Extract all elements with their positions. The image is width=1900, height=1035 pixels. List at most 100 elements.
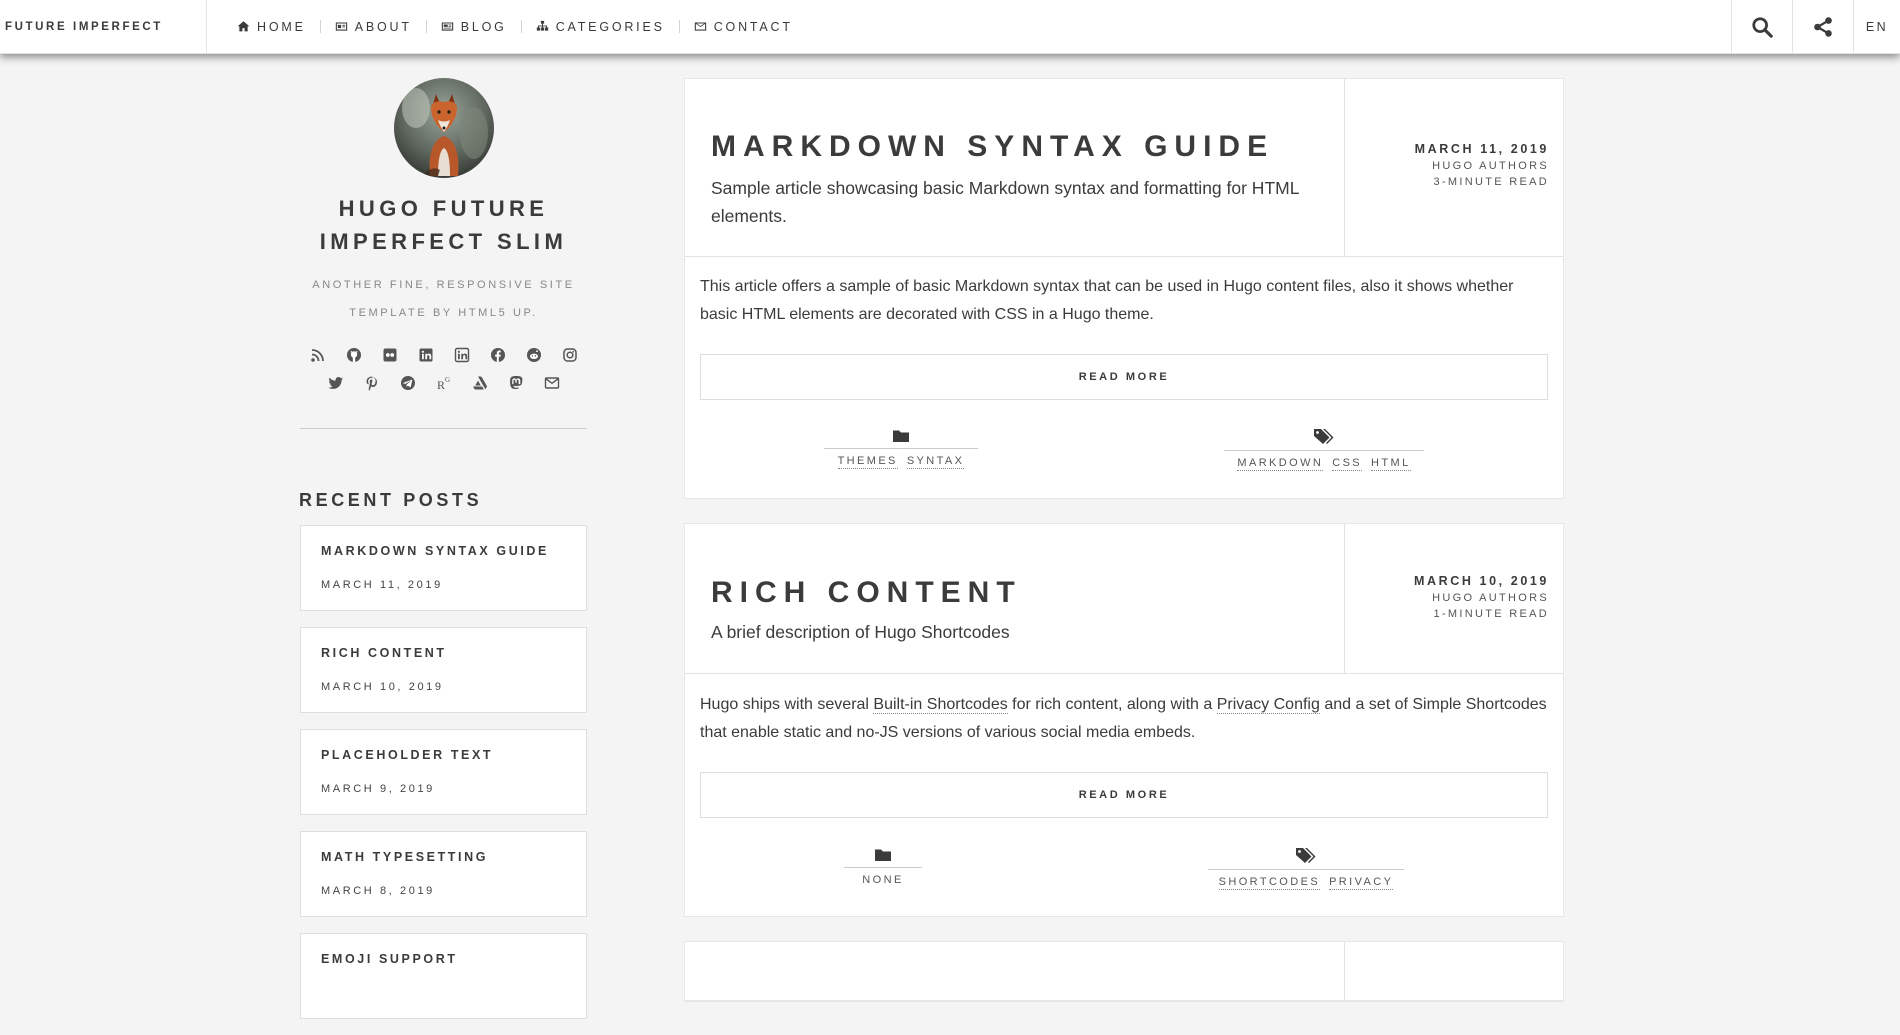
- folder-icon: [893, 430, 909, 442]
- category-link[interactable]: SYNTAX: [906, 455, 965, 469]
- nav-contact[interactable]: CONTACT: [680, 20, 807, 34]
- avatar[interactable]: [394, 78, 494, 178]
- instagram-icon: [562, 348, 577, 362]
- researchgate-link[interactable]: RG: [436, 375, 452, 391]
- twitter-link[interactable]: [328, 375, 344, 391]
- home-icon: [237, 21, 250, 32]
- telegram-link[interactable]: [400, 375, 416, 391]
- envelope-icon: [694, 22, 706, 31]
- footer-rule: [1224, 450, 1424, 451]
- pinterest-icon: [366, 376, 377, 391]
- pinterest-link[interactable]: [364, 375, 380, 391]
- post-date: MARCH 11, 2019: [1414, 142, 1549, 156]
- recent-posts-heading: RECENT POSTS: [299, 490, 483, 510]
- svg-text:R: R: [437, 378, 445, 391]
- post-subtitle: A brief description of Hugo Shortcodes: [711, 622, 1010, 642]
- read-more-button[interactable]: READ MORE: [700, 354, 1548, 400]
- recent-post-date: MARCH 9, 2019: [321, 783, 435, 795]
- recent-post-item[interactable]: EMOJI SUPPORT: [300, 933, 587, 1019]
- excerpt-text: for rich content, along with a: [1007, 696, 1217, 713]
- mastodon-icon: [509, 376, 523, 390]
- artstation-link[interactable]: [472, 375, 488, 391]
- footer-rule: [1208, 869, 1404, 870]
- flickr-link[interactable]: [382, 347, 398, 363]
- site-brand-link[interactable]: FUTURE IMPERFECT: [0, 0, 207, 53]
- recent-post-title[interactable]: PLACEHOLDER TEXT: [321, 748, 566, 762]
- nav-categories[interactable]: CATEGORIES: [522, 20, 679, 34]
- post-card: [684, 941, 1564, 1002]
- tag-link[interactable]: SHORTCODES: [1218, 876, 1321, 890]
- email-link[interactable]: [544, 375, 560, 391]
- category-links: THEMES SYNTAX: [824, 455, 978, 469]
- recent-post-title[interactable]: EMOJI SUPPORT: [321, 952, 566, 966]
- envelope-icon: [544, 377, 559, 389]
- tag-link[interactable]: CSS: [1332, 457, 1363, 471]
- read-more-button[interactable]: READ MORE: [700, 772, 1548, 818]
- tag-link[interactable]: MARKDOWN: [1237, 457, 1324, 471]
- post-header: RICH CONTENT A brief description of Hugo…: [685, 524, 1563, 674]
- post-excerpt: Hugo ships with several Built-in Shortco…: [700, 691, 1548, 747]
- nav-about[interactable]: ABOUT: [321, 20, 426, 34]
- post-card: RICH CONTENT A brief description of Hugo…: [684, 523, 1564, 917]
- post-excerpt: This article offers a sample of basic Ma…: [700, 278, 1514, 323]
- built-in-shortcodes-link[interactable]: Built-in Shortcodes: [873, 696, 1008, 714]
- nav-home[interactable]: HOME: [223, 20, 320, 34]
- post-header: MARKDOWN SYNTAX GUIDE Sample article sho…: [685, 79, 1563, 257]
- recent-post-item[interactable]: RICH CONTENT MARCH 10, 2019: [300, 627, 587, 713]
- post-meta: [1345, 942, 1563, 1001]
- sitemap-icon: [536, 20, 548, 31]
- reddit-link[interactable]: [526, 347, 542, 363]
- recent-post-title[interactable]: RICH CONTENT: [321, 646, 566, 660]
- id-card-icon: [335, 22, 347, 31]
- recent-post-item[interactable]: MATH TYPESETTING MARCH 8, 2019: [300, 831, 587, 917]
- linkedin-square-icon: [454, 347, 469, 363]
- post-title[interactable]: MARKDOWN SYNTAX GUIDE: [711, 130, 1318, 164]
- main-nav: HOME ABOUT BLOG CATEGORIES CONTACT: [207, 0, 1731, 53]
- post-author[interactable]: HUGO AUTHORS: [1345, 160, 1549, 172]
- post-title[interactable]: RICH CONTENT: [711, 576, 1318, 610]
- telegram-icon: [400, 376, 415, 390]
- recent-post-title[interactable]: MARKDOWN SYNTAX GUIDE: [321, 544, 566, 558]
- search-button[interactable]: [1731, 0, 1792, 53]
- site-title[interactable]: HUGO FUTURE IMPERFECT SLIM: [298, 192, 589, 258]
- post-author[interactable]: HUGO AUTHORS: [1345, 592, 1549, 604]
- post-header: [685, 942, 1563, 1002]
- recent-posts-list: MARKDOWN SYNTAX GUIDE MARCH 11, 2019 RIC…: [300, 525, 587, 1035]
- footer-rule: [824, 448, 978, 449]
- tags-icon: [1296, 848, 1316, 863]
- reddit-icon: [526, 348, 541, 362]
- rss-link[interactable]: [310, 347, 326, 363]
- nav-contact-label: CONTACT: [713, 19, 793, 34]
- post-tags: SHORTCODES PRIVACY: [1208, 847, 1404, 890]
- recent-post-item[interactable]: MARKDOWN SYNTAX GUIDE MARCH 11, 2019: [300, 525, 587, 611]
- social-links-row-1: [298, 347, 589, 363]
- tag-links: SHORTCODES PRIVACY: [1208, 876, 1404, 890]
- github-link[interactable]: [346, 347, 362, 363]
- instagram-link[interactable]: [562, 347, 578, 363]
- linkedin-square-link[interactable]: [454, 347, 470, 363]
- svg-text:G: G: [445, 376, 450, 384]
- post-date: MARCH 10, 2019: [1413, 574, 1549, 588]
- facebook-link[interactable]: [490, 347, 506, 363]
- privacy-config-link[interactable]: Privacy Config: [1216, 696, 1320, 714]
- fox-avatar-image: [394, 78, 494, 178]
- recent-post-item[interactable]: PLACEHOLDER TEXT MARCH 9, 2019: [300, 729, 587, 815]
- nav-blog[interactable]: BLOG: [427, 20, 521, 34]
- recent-post-title[interactable]: MATH TYPESETTING: [321, 850, 566, 864]
- flickr-icon: [383, 348, 396, 362]
- share-button[interactable]: [1792, 0, 1853, 53]
- category-label: NONE: [862, 874, 904, 886]
- mastodon-link[interactable]: [508, 375, 524, 391]
- category-link[interactable]: THEMES: [837, 455, 898, 469]
- post-meta: MARCH 11, 2019 HUGO AUTHORS 3-MINUTE REA…: [1345, 79, 1563, 256]
- tag-link[interactable]: PRIVACY: [1329, 876, 1394, 890]
- site-description: ANOTHER FINE, RESPONSIVE SITE TEMPLATE B…: [312, 279, 575, 319]
- excerpt-text: Hugo ships with several: [700, 696, 874, 713]
- tag-link[interactable]: HTML: [1371, 457, 1411, 471]
- post-read-time: 3-MINUTE READ: [1433, 176, 1549, 188]
- linkedin-link[interactable]: [418, 347, 434, 363]
- language-selector[interactable]: EN: [1853, 0, 1900, 53]
- tags-icon: [1314, 429, 1334, 444]
- sidebar-divider: [300, 428, 587, 429]
- linkedin-icon: [419, 348, 432, 362]
